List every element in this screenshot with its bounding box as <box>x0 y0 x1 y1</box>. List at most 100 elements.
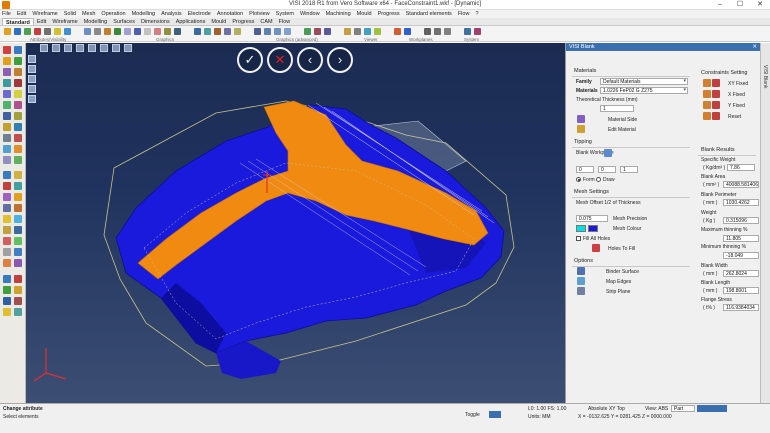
fillet-icon[interactable] <box>14 101 22 109</box>
circle-icon[interactable] <box>14 57 22 65</box>
menu-analysis[interactable]: Analysis <box>161 10 181 18</box>
rotate-entity-icon[interactable] <box>14 145 22 153</box>
maximize-button[interactable]: ☐ <box>730 0 750 10</box>
xy-fixed-icon[interactable] <box>703 79 711 87</box>
menu-solid[interactable]: Solid <box>64 10 76 18</box>
thickness-input[interactable]: 1 <box>600 105 634 112</box>
workplane-pick-icon[interactable] <box>604 149 612 157</box>
highlight-icon[interactable] <box>154 28 161 35</box>
tab-flow[interactable]: Flow <box>276 18 294 25</box>
workplane-edit-icon[interactable] <box>324 28 331 35</box>
panel-close-button[interactable]: ✕ <box>752 43 757 51</box>
colour-icon[interactable] <box>54 28 61 35</box>
mesh-colour-swatch[interactable] <box>576 225 586 232</box>
form-radio[interactable] <box>576 177 581 182</box>
holes-to-fill-icon[interactable] <box>592 244 600 252</box>
tab-applications[interactable]: Applications <box>173 18 209 25</box>
surface-icon[interactable] <box>3 215 11 223</box>
xy-fixed-button[interactable]: XY Fixed <box>728 81 748 87</box>
tab-mould[interactable]: Mould <box>208 18 229 25</box>
tab-edit[interactable]: Edit <box>34 18 49 25</box>
close-button[interactable]: ✕ <box>750 0 770 10</box>
pan-icon[interactable] <box>204 28 211 35</box>
text-icon[interactable] <box>14 79 22 87</box>
view-front-icon[interactable] <box>264 28 271 35</box>
tab-dimensions[interactable]: Dimensions <box>138 18 173 25</box>
tab-progress[interactable]: Progress <box>229 18 257 25</box>
y-fixed-button[interactable]: Y Fixed <box>728 103 745 109</box>
edit-material-icon[interactable] <box>577 125 585 133</box>
solid-cylinder-icon[interactable] <box>14 171 22 179</box>
menu-standard-elements[interactable]: Standard elements <box>406 10 452 18</box>
shade-icon[interactable] <box>84 28 91 35</box>
revolve-icon[interactable] <box>3 193 11 201</box>
spline-icon[interactable] <box>3 68 11 76</box>
mesh-colour-swatch-alt[interactable] <box>588 225 598 232</box>
dimension-icon[interactable] <box>3 275 11 283</box>
menu-window[interactable]: Window <box>300 10 320 18</box>
wp-front-icon[interactable] <box>434 28 441 35</box>
menu-edit[interactable]: Edit <box>17 10 26 18</box>
units-icon[interactable] <box>354 28 361 35</box>
view-iso-icon[interactable] <box>284 28 291 35</box>
menu-flow[interactable]: Flow <box>458 10 470 18</box>
draft-icon[interactable] <box>14 248 22 256</box>
menu-electrode[interactable]: Electrode <box>188 10 211 18</box>
transparency-icon[interactable] <box>124 28 131 35</box>
binder-surface-button[interactable]: Binder Surface <box>606 269 639 275</box>
materials-dropdown[interactable]: 1.0226 FeP02 G Z275 <box>600 87 688 94</box>
menu-operation[interactable]: Operation <box>101 10 125 18</box>
array-icon[interactable] <box>3 156 11 164</box>
select-icon[interactable] <box>4 28 11 35</box>
hatch-icon[interactable] <box>3 286 11 294</box>
x-fixed-button[interactable]: X Fixed <box>728 92 745 98</box>
menu-file[interactable]: File <box>2 10 11 18</box>
reset-icon[interactable] <box>703 112 711 120</box>
sew-icon[interactable] <box>14 237 22 245</box>
delete-icon[interactable] <box>14 134 22 142</box>
tab-surfaces[interactable]: Surfaces <box>110 18 138 25</box>
rotate-icon[interactable] <box>214 28 221 35</box>
menu-system[interactable]: System <box>276 10 294 18</box>
workplane-new-icon[interactable] <box>314 28 321 35</box>
patch-icon[interactable] <box>3 226 11 234</box>
workplane-z-input[interactable]: 1 <box>620 166 638 173</box>
layer-icon[interactable] <box>14 28 21 35</box>
point-icon[interactable] <box>3 46 11 54</box>
menu-machining[interactable]: Machining <box>326 10 351 18</box>
analyse-icon[interactable] <box>3 248 11 256</box>
menu-mesh[interactable]: Mesh <box>82 10 95 18</box>
wp-top-icon[interactable] <box>424 28 431 35</box>
reset-button[interactable]: Reset <box>728 114 741 120</box>
menu-modelling[interactable]: Modelling <box>132 10 156 18</box>
strip-plane-button[interactable]: Strip Plane <box>606 289 630 295</box>
copy-icon[interactable] <box>3 134 11 142</box>
preferences-icon[interactable] <box>464 28 471 35</box>
workplane-y-input[interactable]: 0 <box>598 166 616 173</box>
texture-icon[interactable] <box>164 28 171 35</box>
tab-modelling[interactable]: Modelling <box>81 18 111 25</box>
solid-sphere-icon[interactable] <box>3 182 11 190</box>
map-edges-button[interactable]: Map Edges <box>606 279 631 285</box>
menu-annotation[interactable]: Annotation <box>217 10 243 18</box>
snap-icon[interactable] <box>364 28 371 35</box>
view-readout[interactable]: View: ABS <box>645 406 668 412</box>
graphics-viewport[interactable]: ✓ ✕ ‹ › <box>26 43 565 403</box>
extrude-icon[interactable] <box>14 182 22 190</box>
datum-icon[interactable] <box>3 308 11 316</box>
break-icon[interactable] <box>14 112 22 120</box>
menu-help[interactable]: ? <box>475 10 478 18</box>
edge-icon[interactable] <box>144 28 151 35</box>
view-side-icon[interactable] <box>274 28 281 35</box>
absolute-mode[interactable]: Absolute XY Top <box>588 406 625 412</box>
wire-icon[interactable] <box>94 28 101 35</box>
measure-icon[interactable] <box>394 28 401 35</box>
material-side-icon[interactable] <box>577 115 585 123</box>
shell-icon[interactable] <box>14 204 22 212</box>
toggle-button[interactable]: Toggle <box>465 412 480 418</box>
binder-surface-icon[interactable] <box>577 267 585 275</box>
boolean-icon[interactable] <box>3 204 11 212</box>
offset-icon[interactable] <box>3 90 11 98</box>
family-dropdown[interactable]: Default Materials <box>600 78 688 85</box>
view-top-icon[interactable] <box>254 28 261 35</box>
